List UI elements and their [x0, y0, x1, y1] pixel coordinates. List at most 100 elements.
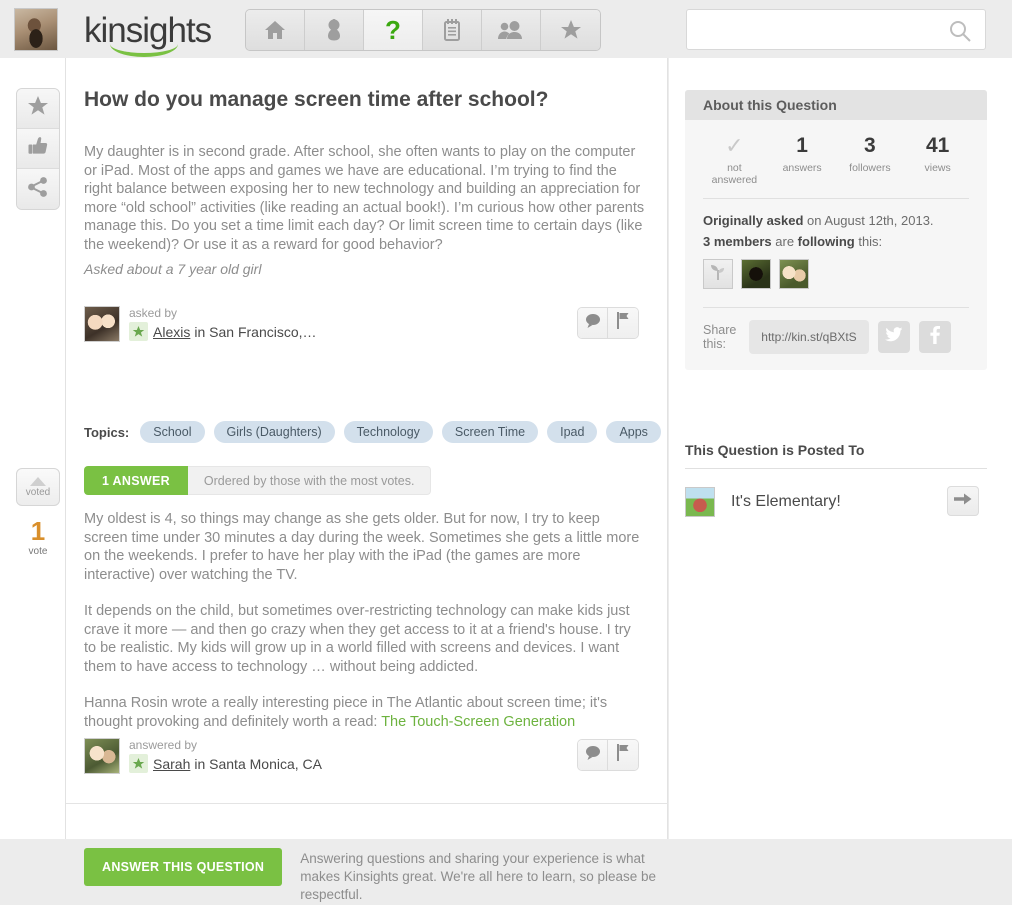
stat-label: not answered	[711, 162, 758, 186]
nav-item-baby[interactable]	[305, 10, 364, 50]
nav-item-journal[interactable]	[423, 10, 482, 50]
answer-action-buttons	[577, 739, 639, 771]
topic-tag[interactable]: School	[140, 421, 205, 443]
question-column: How do you manage screen time after scho…	[66, 58, 668, 902]
nav-item-favorites[interactable]	[541, 10, 600, 50]
facebook-icon	[930, 325, 940, 349]
follower-avatar[interactable]	[779, 259, 809, 289]
asker-location: in San Francisco,…	[194, 323, 317, 340]
vote-widget: voted 1 vote	[16, 468, 60, 557]
flag-button[interactable]	[608, 740, 638, 770]
question-child-context: Asked about a 7 year old girl	[84, 261, 262, 277]
go-to-group-button[interactable]	[947, 486, 979, 516]
about-question-panel: About this Question ✓ not answered 1 ans…	[685, 90, 987, 370]
vote-count: 1	[30, 516, 46, 546]
share-url-field[interactable]: http://kin.st/qBXtS	[749, 320, 869, 354]
comment-icon	[585, 313, 601, 333]
about-panel-title: About this Question	[685, 90, 987, 120]
originally-asked-line: Originally asked on August 12th, 2013.	[703, 213, 969, 228]
avatar[interactable]	[84, 306, 120, 342]
followers-line: 3 members are following this:	[703, 234, 969, 249]
star-icon	[27, 95, 49, 122]
answer-byline: answered by Sarah in Santa Monica, CA	[84, 738, 649, 778]
posted-to-divider	[685, 468, 987, 469]
rail-button-group	[16, 88, 60, 210]
search-input[interactable]	[687, 10, 942, 49]
flag-icon	[616, 312, 631, 334]
star-icon	[129, 322, 148, 341]
star-icon	[129, 754, 148, 773]
question-stats: ✓ not answered 1 answers 3 followers 41 …	[685, 120, 987, 198]
answer-external-link[interactable]: The Touch-Screen Generation	[381, 714, 575, 730]
sprout-icon	[709, 263, 727, 286]
about-panel-body: Originally asked on August 12th, 2013. 3…	[685, 199, 987, 305]
topic-tag[interactable]: Apps	[606, 421, 661, 443]
posted-to-group-row[interactable]: It's Elementary!	[685, 482, 987, 522]
answer-cta: ANSWER THIS QUESTION Answering questions…	[84, 848, 660, 905]
topic-tag[interactable]: Ipad	[547, 421, 598, 443]
left-rail: voted 1 vote	[0, 58, 66, 839]
search-icon[interactable]	[949, 20, 971, 47]
avatar[interactable]	[84, 738, 120, 774]
comment-button[interactable]	[578, 740, 608, 770]
section-divider	[66, 803, 668, 804]
stat-value: 41	[925, 134, 950, 157]
answered-by-label: answered by	[129, 738, 198, 752]
stat-answers: 1 answers	[771, 134, 834, 186]
rail-favorite-button[interactable]	[17, 89, 59, 129]
flag-button[interactable]	[608, 308, 638, 338]
answerer-name-link[interactable]: Sarah	[153, 756, 190, 772]
rail-share-button[interactable]	[17, 169, 59, 209]
group-name-link[interactable]: It's Elementary!	[731, 493, 841, 511]
check-icon: ✓	[725, 133, 744, 158]
members-mid: are	[771, 234, 798, 249]
share-icon	[27, 176, 49, 203]
rail-like-button[interactable]	[17, 129, 59, 169]
vote-count-label: vote	[28, 546, 48, 557]
answer-this-question-button[interactable]: ANSWER THIS QUESTION	[84, 848, 283, 886]
chevron-up-icon	[30, 476, 46, 486]
stat-followers: 3 followers	[839, 134, 902, 186]
search-box[interactable]	[686, 9, 986, 50]
header-user-avatar[interactable]	[14, 8, 58, 51]
baby-icon	[325, 19, 343, 41]
answer-body: My oldest is 4, so things may change as …	[84, 510, 646, 749]
asker-name-link[interactable]: Alexis	[153, 324, 190, 340]
nav-item-home[interactable]	[246, 10, 305, 50]
share-facebook-button[interactable]	[919, 321, 951, 353]
nav-item-people[interactable]	[482, 10, 541, 50]
star-icon	[560, 19, 582, 41]
posted-to-title: This Question is Posted To	[685, 442, 865, 458]
topic-tag[interactable]: Technology	[343, 421, 433, 443]
stat-value: 3	[864, 134, 876, 157]
answer-paragraph: My oldest is 4, so things may change as …	[84, 511, 640, 583]
nav-item-questions[interactable]: ?	[364, 10, 423, 50]
follower-avatar-placeholder[interactable]	[703, 259, 733, 289]
group-thumbnail	[685, 487, 715, 517]
follower-avatars	[703, 259, 969, 289]
asked-by-label: asked by	[129, 306, 178, 320]
share-row: Share this: http://kin.st/qBXtS	[685, 308, 987, 370]
notepad-icon	[443, 19, 461, 41]
tab-answer-count[interactable]: 1 ANSWER	[84, 466, 188, 495]
members-end: this:	[854, 234, 883, 249]
answers-order-label: Ordered by those with the most votes.	[187, 466, 432, 495]
topic-tag[interactable]: Screen Time	[441, 421, 539, 443]
follower-avatar[interactable]	[741, 259, 771, 289]
share-label: Share this:	[703, 322, 737, 351]
upvote-button[interactable]: voted	[16, 468, 60, 506]
comment-button[interactable]	[578, 308, 608, 338]
stat-label: followers	[849, 162, 891, 174]
page-title: How do you manage screen time after scho…	[84, 88, 549, 111]
flag-icon	[616, 744, 631, 766]
voted-label: voted	[25, 486, 51, 498]
answer-paragraph: It depends on the child, but sometimes o…	[84, 603, 631, 675]
topic-tag[interactable]: Girls (Daughters)	[213, 421, 335, 443]
main-nav: ?	[245, 9, 601, 51]
answer-cta-text: Answering questions and sharing your exp…	[300, 851, 657, 903]
stat-views: 41 views	[906, 134, 969, 186]
share-twitter-button[interactable]	[878, 321, 910, 353]
thumbs-up-icon	[27, 135, 49, 162]
answers-tabs: 1 ANSWER Ordered by those with the most …	[84, 466, 432, 495]
question-mark-icon: ?	[385, 15, 401, 45]
